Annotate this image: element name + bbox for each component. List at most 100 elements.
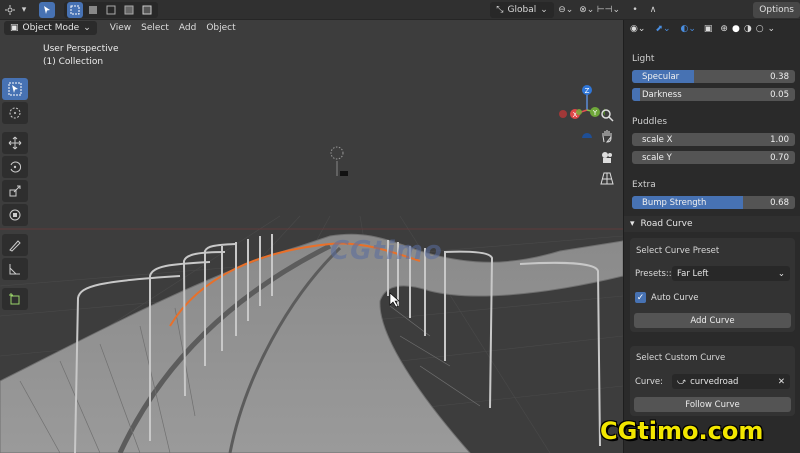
cursor-tool[interactable] [2,102,28,124]
sidebar-panel: ◉⌄ ⬈⌄ ◐⌄ ▣ ⊕ ● ◑ ○ ⌄ Light Specular 0.38… [623,20,800,453]
road-curve-panel-header[interactable]: ▾ Road Curve [624,216,800,232]
object-mode-icon: ▣ [10,23,19,33]
scale-y-value: 0.70 [770,152,789,163]
editor-type-icon[interactable] [2,2,18,18]
scene-render [0,146,623,453]
wireframe-shading-icon[interactable]: ⊕ [720,24,728,34]
move-tool[interactable] [2,132,28,154]
falloff-icon[interactable]: ∧ [645,2,661,18]
scale-y-label: scale Y [642,152,672,163]
scale-x-value: 1.00 [770,134,789,145]
pan-hand-icon[interactable] [598,127,616,145]
xray-icon[interactable]: ▣ [704,24,713,34]
menu-object[interactable]: Object [201,23,240,33]
clear-icon[interactable]: ✕ [778,377,785,387]
darkness-value: 0.05 [770,89,789,100]
menu-view[interactable]: View [105,23,136,33]
custom-curve-box: Select Custom Curve Curve: ⤻ curvedroad … [630,346,795,416]
select-extend-icon[interactable] [85,2,101,18]
bump-strength-label: Bump Strength [642,197,707,208]
darkness-label: Darkness [642,89,682,100]
select-subtract-icon[interactable] [103,2,119,18]
scale-tool[interactable] [2,180,28,202]
selection-mode-group [64,1,158,18]
rendered-shading-icon[interactable]: ○ [756,24,764,34]
darkness-slider[interactable]: Darkness 0.05 [632,88,795,101]
snap-icon[interactable]: ⊗⌄ [579,2,595,18]
presets-label: Presets:: [635,269,672,279]
auto-curve-checkbox[interactable]: ✓ [635,292,646,303]
custom-box-title: Select Custom Curve [636,353,726,363]
orientation-icon: ⤡ [496,4,504,15]
pencil-icon [9,240,21,252]
bump-strength-slider[interactable]: Bump Strength 0.68 [632,196,795,209]
specular-slider[interactable]: Specular 0.38 [632,70,795,83]
measure-tool[interactable] [2,258,28,280]
rotate-tool[interactable] [2,156,28,178]
add-cube-icon [9,293,20,305]
scale-y-field[interactable]: scale Y 0.70 [632,151,795,164]
zoom-icon[interactable] [598,106,616,124]
add-curve-button[interactable]: Add Curve [634,313,791,328]
chevron-down-icon: ⌄ [540,4,548,15]
curve-preset-box: Select Curve Preset Presets:: Far Left ⌄… [630,238,795,332]
camera-icon[interactable] [598,148,616,166]
rotate-icon [10,161,21,173]
darkness-fill [632,88,641,101]
proportional-edit-icon[interactable]: • [627,2,643,18]
select-invert-icon[interactable] [121,2,137,18]
extra-title: Extra [632,180,656,190]
curve-object-icon: ⤻ [677,376,687,387]
shading-header: ◉⌄ ⬈⌄ ◐⌄ ▣ ⊕ ● ◑ ○ ⌄ [624,20,800,38]
road-curve-title: Road Curve [640,219,693,229]
chevron-down-icon[interactable]: ⌄ [768,24,776,34]
3d-viewport[interactable]: CGtimo User Perspective (1) Collection Z… [0,36,623,453]
bump-strength-value: 0.68 [770,197,789,208]
orientation-select[interactable]: ⤡ Global ⌄ [490,1,554,18]
chevron-down-icon: ⌄ [83,23,91,33]
menu-add[interactable]: Add [174,23,201,33]
svg-text:Y: Y [592,109,598,117]
follow-curve-button[interactable]: Follow Curve [634,397,791,412]
curve-value: curvedroad [690,376,739,387]
select-intersect-icon[interactable] [139,2,155,18]
material-shading-icon[interactable]: ◑ [744,24,752,34]
select-tool-icon[interactable] [39,1,55,18]
options-button[interactable]: Options [753,2,800,18]
top-toolbar: ▾ ⤡ Global ⌄ ⊖⌄ ⊗⌄ ⊢⊣⌄ • ∧ Options [0,0,800,20]
gizmo-toggle-icon[interactable]: ⬈⌄ [655,24,670,34]
puddles-title: Puddles [632,117,668,127]
transform-icon [9,209,21,221]
add-cube-tool[interactable] [2,288,28,310]
overlay-icon[interactable]: ◐⌄ [681,24,696,34]
visibility-icon[interactable]: ◉⌄ [630,24,645,34]
ruler-icon [9,264,20,275]
viewport-header: ▣ Object Mode ⌄ View Select Add Object [0,20,623,36]
collection-name: (1) Collection [43,57,104,67]
select-box-tool[interactable] [2,78,28,100]
scale-x-field[interactable]: scale X 1.00 [632,133,795,146]
orientation-label: Global [507,4,537,15]
snap-target-icon[interactable]: ⊢⊣⌄ [597,2,620,18]
menu-select[interactable]: Select [136,23,174,33]
watermark-text: CGtimo.com [600,417,764,445]
chevron-down-icon[interactable]: ▾ [20,2,28,18]
solid-shading-icon[interactable]: ● [732,24,740,34]
pivot-point-icon[interactable]: ⊖⌄ [558,2,574,18]
grid-perspective-icon[interactable] [598,169,616,187]
select-new-icon[interactable] [67,1,83,18]
tool-shelf [2,78,28,310]
specular-value: 0.38 [770,71,789,82]
3d-cursor-icon [9,107,21,119]
move-arrows-icon [8,136,22,150]
mode-select[interactable]: ▣ Object Mode ⌄ [4,21,97,35]
mode-label: Object Mode [22,23,80,33]
transform-tool[interactable] [2,204,28,226]
annotate-tool[interactable] [2,234,28,256]
curve-label: Curve: [635,377,663,387]
presets-dropdown[interactable]: Far Left ⌄ [672,266,790,281]
presets-value: Far Left [677,268,709,279]
cursor-arrow-icon [8,82,22,96]
curve-field[interactable]: ⤻ curvedroad ✕ [672,374,790,389]
light-title: Light [632,54,655,64]
